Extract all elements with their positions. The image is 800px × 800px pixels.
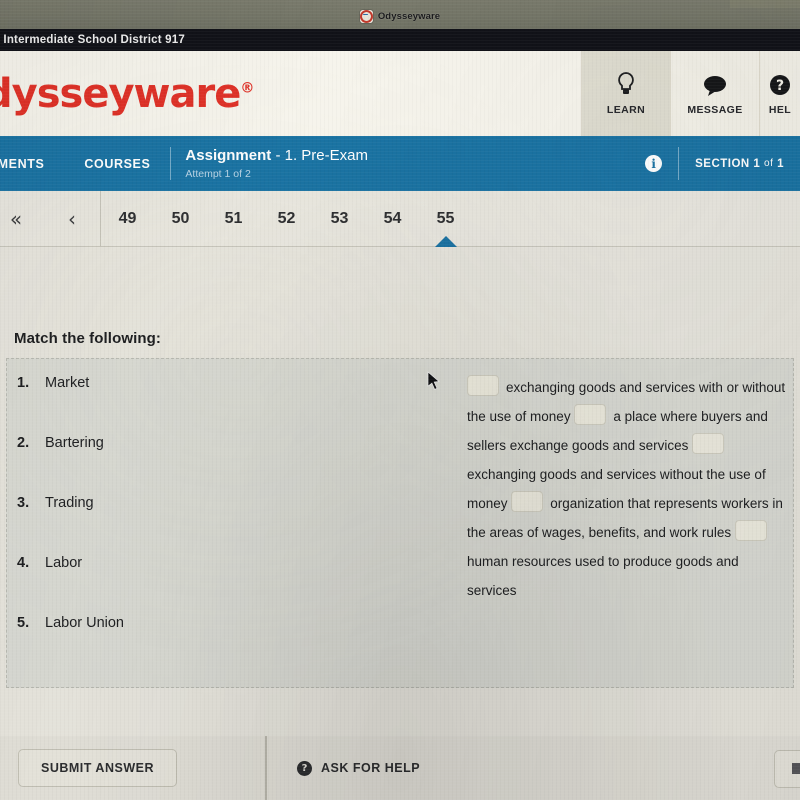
ask-for-help-label: ASK FOR HELP [320, 761, 421, 775]
pager-page-51[interactable]: 51 [207, 191, 260, 246]
info-icon: i [645, 155, 663, 172]
pager-page-label: 54 [383, 209, 402, 227]
pager-page-label: 55 [436, 209, 455, 227]
overflow-edge-button[interactable] [774, 750, 800, 788]
assignment-title-block: Assignment - 1. Pre-Exam Attempt 1 of 2 [171, 136, 629, 191]
definition-text: human resources used to produce goods an… [467, 554, 739, 598]
assignment-bar: NMENTS COURSES Assignment - 1. Pre-Exam … [0, 136, 800, 191]
district-bar: - Intermediate School District 917 [0, 29, 800, 51]
terms-column: 1. Market 2. Bartering 3. Trading 4. Labor 5. Lab… [7, 359, 467, 687]
pager-prev-button[interactable]: ‹ [44, 191, 100, 246]
action-bar-divider [264, 736, 267, 800]
submit-answer-button[interactable]: SUBMIT ANSWER [18, 749, 177, 787]
answer-input-3[interactable] [692, 433, 725, 454]
term-row: 4. Labor [17, 555, 467, 571]
term-label: Labor Union [45, 615, 124, 631]
section-of: of [764, 158, 774, 169]
browser-tab[interactable]: Odysseyware [359, 9, 441, 23]
action-bar: SUBMIT ANSWER ? ASK FOR HELP [0, 736, 800, 800]
lightbulb-icon [616, 71, 636, 97]
question-circle-icon: ? [768, 71, 792, 97]
screen-photo: Odysseyware - Intermediate School Distri… [0, 0, 800, 800]
term-number: 3. [17, 495, 30, 511]
term-number: 2. [17, 435, 30, 451]
pager-page-50[interactable]: 50 [154, 191, 207, 246]
term-number: 4. [17, 555, 30, 571]
browser-tab-title: Odysseyware [377, 10, 441, 22]
pager-page-label: 53 [330, 209, 349, 227]
term-number: 5. [17, 615, 30, 631]
odysseyware-favicon [359, 9, 373, 23]
pager-page-label: 49 [118, 209, 137, 227]
pager-number-list: 49 50 51 52 53 54 55 [101, 191, 472, 247]
district-name: - Intermediate School District 917 [0, 34, 185, 46]
term-number: 1. [17, 375, 30, 391]
nav-link-courses[interactable]: COURSES [64, 136, 170, 191]
term-label: Trading [45, 495, 94, 511]
pager-page-52[interactable]: 52 [260, 191, 313, 246]
pager-page-55[interactable]: 55 [419, 191, 472, 247]
assignment-label: Assignment [185, 147, 272, 165]
answer-input-2[interactable] [574, 404, 607, 425]
term-row: 2. Bartering [17, 435, 467, 451]
term-row: 3. Trading [17, 495, 467, 511]
brand-logo[interactable]: dysseyware® [0, 51, 581, 136]
pager-page-label: 52 [277, 209, 296, 227]
term-label: Labor [45, 555, 83, 571]
active-page-caret [434, 236, 457, 247]
answer-input-5[interactable] [734, 520, 767, 541]
answer-input-4[interactable] [511, 491, 544, 512]
pager-page-54[interactable]: 54 [366, 191, 419, 246]
answer-input-1[interactable] [467, 375, 499, 396]
question-prompt: Match the following: [14, 330, 161, 347]
question-content: Match the following: 1. Market 2. Bartering… [0, 246, 800, 736]
section-label: SECTION 1 [695, 157, 761, 170]
question-pager: « ‹ 49 50 51 52 53 54 55 [0, 191, 800, 247]
pager-first-button[interactable]: « [0, 191, 44, 246]
assignment-value: - 1. Pre-Exam [275, 147, 368, 165]
speech-bubble-icon [702, 71, 728, 97]
term-row: 1. Market [17, 375, 467, 391]
matching-question-box: 1. Market 2. Bartering 3. Trading 4. Labor 5. Lab… [6, 358, 794, 688]
nav-button-message[interactable]: MESSAGE [670, 51, 759, 136]
definitions-column: exchanging goods and services with or wi… [467, 359, 793, 687]
term-label: Market [45, 375, 90, 391]
nav-label-message: MESSAGE [687, 104, 743, 116]
app-header: dysseyware® LEARN MESSAGE ? HEL [0, 51, 800, 136]
mouse-cursor [427, 371, 441, 392]
pager-page-53[interactable]: 53 [313, 191, 366, 246]
assignment-attempt: Attempt 1 of 2 [185, 167, 251, 180]
section-total: 1 [777, 157, 784, 170]
browser-tab-strip: Odysseyware [0, 5, 800, 27]
nav-link-assignments[interactable]: NMENTS [0, 136, 64, 191]
nav-button-help[interactable]: ? HEL [759, 51, 800, 136]
logo-trademark: ® [240, 80, 254, 97]
question-circle-icon: ? [296, 760, 312, 776]
term-label: Bartering [45, 435, 104, 451]
nav-label-learn: LEARN [606, 104, 646, 116]
nav-label-help: HEL [768, 104, 792, 116]
ask-for-help-button[interactable]: ? ASK FOR HELP [296, 760, 421, 776]
assignment-info-button[interactable]: i [629, 136, 678, 191]
section-indicator: SECTION 1 of 1 [679, 136, 800, 191]
nav-button-learn[interactable]: LEARN [581, 51, 670, 136]
pager-page-label: 51 [224, 209, 243, 227]
pager-page-49[interactable]: 49 [101, 191, 154, 246]
pager-page-label: 50 [171, 209, 190, 227]
term-row: 5. Labor Union [17, 615, 467, 631]
svg-text:?: ? [776, 78, 784, 94]
logo-text: dysseyware [0, 70, 241, 117]
